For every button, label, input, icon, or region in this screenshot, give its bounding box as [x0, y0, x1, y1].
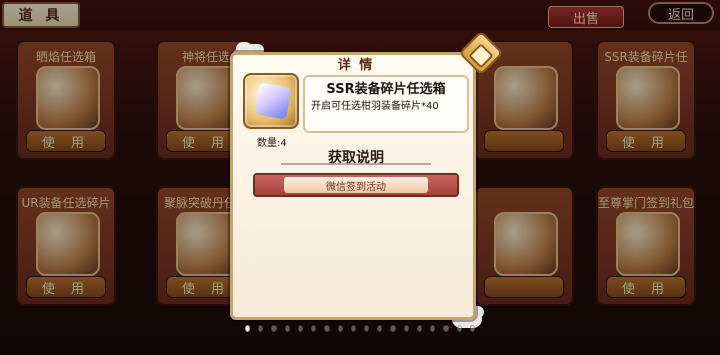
pager-dot[interactable]	[416, 324, 423, 332]
source-row[interactable]: 微信签到活动	[253, 173, 459, 197]
pager-dot[interactable]	[443, 324, 449, 332]
pager-dot[interactable]	[245, 324, 251, 332]
pager-dot[interactable]	[337, 324, 343, 332]
pager-dot[interactable]	[456, 324, 462, 332]
pager-dot[interactable]	[271, 324, 277, 332]
pager-dot[interactable]	[311, 324, 317, 332]
item-detail-modal: 详 情 数量:4 SSR装备碎片任选箱 开启可任选柑羽装备碎片*40 获取说明 …	[230, 30, 504, 320]
pager-dot[interactable]	[377, 324, 383, 332]
pager-dots	[245, 323, 475, 333]
item-icon-large	[243, 73, 299, 129]
pager-dot[interactable]	[350, 324, 356, 332]
source-label: 微信签到活动	[284, 177, 428, 193]
item-info-box: SSR装备碎片任选箱 开启可任选柑羽装备碎片*40	[303, 75, 469, 133]
pager-dot[interactable]	[284, 324, 290, 332]
pager-dot[interactable]	[390, 324, 396, 332]
pager-dot[interactable]	[430, 324, 436, 332]
item-name: SSR装备碎片任选箱	[326, 82, 446, 97]
modal-title: 详 情	[337, 57, 375, 73]
pager-dot[interactable]	[364, 324, 370, 332]
pager-dot[interactable]	[469, 324, 475, 332]
section-divider	[281, 163, 431, 165]
item-description: 开启可任选柑羽装备碎片*40	[311, 101, 439, 112]
acquire-section: 获取说明	[241, 147, 471, 166]
pager-dot[interactable]	[324, 324, 330, 332]
pager-dot[interactable]	[403, 324, 409, 332]
pager-dot[interactable]	[297, 324, 304, 332]
pager-dot[interactable]	[258, 324, 264, 332]
game-screen: 道 具 出售 返回 晒焰任选箱 使 用 神将任选 使 用 SSR装备碎片任 使 …	[0, 0, 720, 355]
